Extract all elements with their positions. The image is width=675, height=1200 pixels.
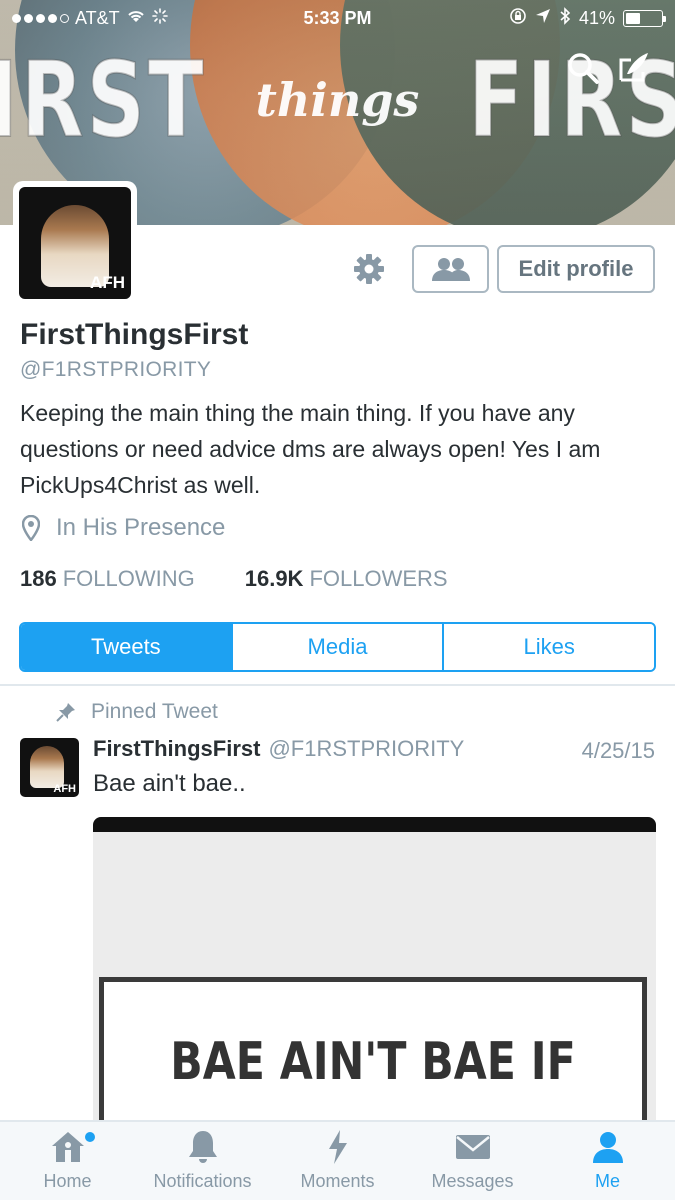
nav-me-label: Me (594, 1171, 620, 1191)
following-count: 186 (20, 566, 57, 591)
profile-bio: Keeping the main thing the main thing. I… (20, 400, 601, 498)
nav-home[interactable]: Home (0, 1122, 135, 1200)
followers-stat[interactable]: 16.9K FOLLOWERS (245, 566, 448, 592)
notification-dot (85, 1132, 95, 1142)
nav-moments-label: Moments (300, 1171, 375, 1191)
nav-messages[interactable]: Messages (405, 1122, 540, 1200)
profile-location: In His Presence (22, 514, 225, 542)
tweet-media[interactable]: BAE AIN'T BAE IF (93, 817, 656, 1127)
tweet-avatar-caption: AFH (53, 783, 76, 795)
profile-stats: 186 FOLLOWING 16.9K FOLLOWERS (20, 566, 448, 592)
status-bar: AT&T 5:33 PM 41% (0, 0, 675, 36)
profile-avatar[interactable]: AFH (13, 181, 137, 305)
location-pin-icon (22, 515, 40, 541)
profile-tabs: Tweets Media Likes (19, 622, 656, 672)
nav-notifications-label: Notifications (153, 1171, 252, 1191)
bottom-nav: Home Notifications Moments Messages Me (0, 1120, 675, 1200)
battery-icon (623, 9, 666, 27)
avatar-image: AFH (19, 187, 131, 299)
pin-icon (56, 703, 75, 722)
nav-me[interactable]: Me (540, 1122, 675, 1200)
person-icon (590, 1127, 626, 1167)
media-top-bar (93, 817, 656, 832)
banner-word-middle: things (255, 73, 420, 127)
status-time: 5:33 PM (303, 7, 372, 28)
pinned-indicator: Pinned Tweet (55, 700, 218, 724)
following-label: FOLLOWING (62, 566, 195, 591)
tab-media[interactable]: Media (232, 624, 445, 670)
lightning-icon (326, 1127, 350, 1167)
gear-icon (354, 254, 384, 284)
envelope-icon (454, 1127, 492, 1167)
followers-count: 16.9K (244, 566, 304, 591)
tweet-author[interactable]: FirstThingsFirst (93, 736, 260, 761)
tweet-header: FirstThingsFirst @F1RSTPRIORITY (93, 736, 464, 762)
bell-icon (187, 1127, 219, 1167)
pinned-label: Pinned Tweet (91, 700, 218, 723)
avatar-caption: AFH (90, 273, 125, 292)
tweet-date: 4/25/15 (581, 738, 655, 763)
compose-icon[interactable] (615, 50, 651, 91)
home-icon (50, 1127, 86, 1167)
nav-moments[interactable]: Moments (270, 1122, 405, 1200)
edit-profile-button[interactable]: Edit profile (497, 245, 655, 293)
tweet-text: Bae ain't bae.. (93, 770, 246, 797)
tab-tweets[interactable]: Tweets (21, 624, 233, 670)
settings-button[interactable] (352, 252, 386, 291)
tweet-avatar-figure (30, 746, 64, 788)
nav-notifications[interactable]: Notifications (135, 1122, 270, 1200)
meme-card: BAE AIN'T BAE IF (99, 977, 647, 1127)
location-text: In His Presence (56, 514, 226, 541)
tweet-handle: @F1RSTPRIORITY (268, 736, 465, 761)
section-divider (0, 684, 675, 686)
nav-messages-label: Messages (431, 1171, 514, 1191)
profile-handle: @F1RSTPRIORITY (20, 358, 212, 381)
header-actions (565, 50, 651, 91)
meme-text: BAE AIN'T BAE IF (170, 1032, 576, 1092)
lists-button[interactable] (412, 245, 489, 293)
people-icon (431, 258, 470, 281)
followers-label: FOLLOWERS (309, 566, 448, 591)
following-stat[interactable]: 186 FOLLOWING (20, 566, 195, 592)
tab-likes[interactable]: Likes (444, 624, 654, 670)
search-icon[interactable] (565, 50, 601, 91)
nav-home-label: Home (43, 1171, 92, 1191)
tweet-avatar[interactable]: AFH (20, 738, 79, 797)
profile-name: FirstThingsFirst (20, 318, 249, 351)
banner-word-left: FIRST (0, 39, 207, 161)
